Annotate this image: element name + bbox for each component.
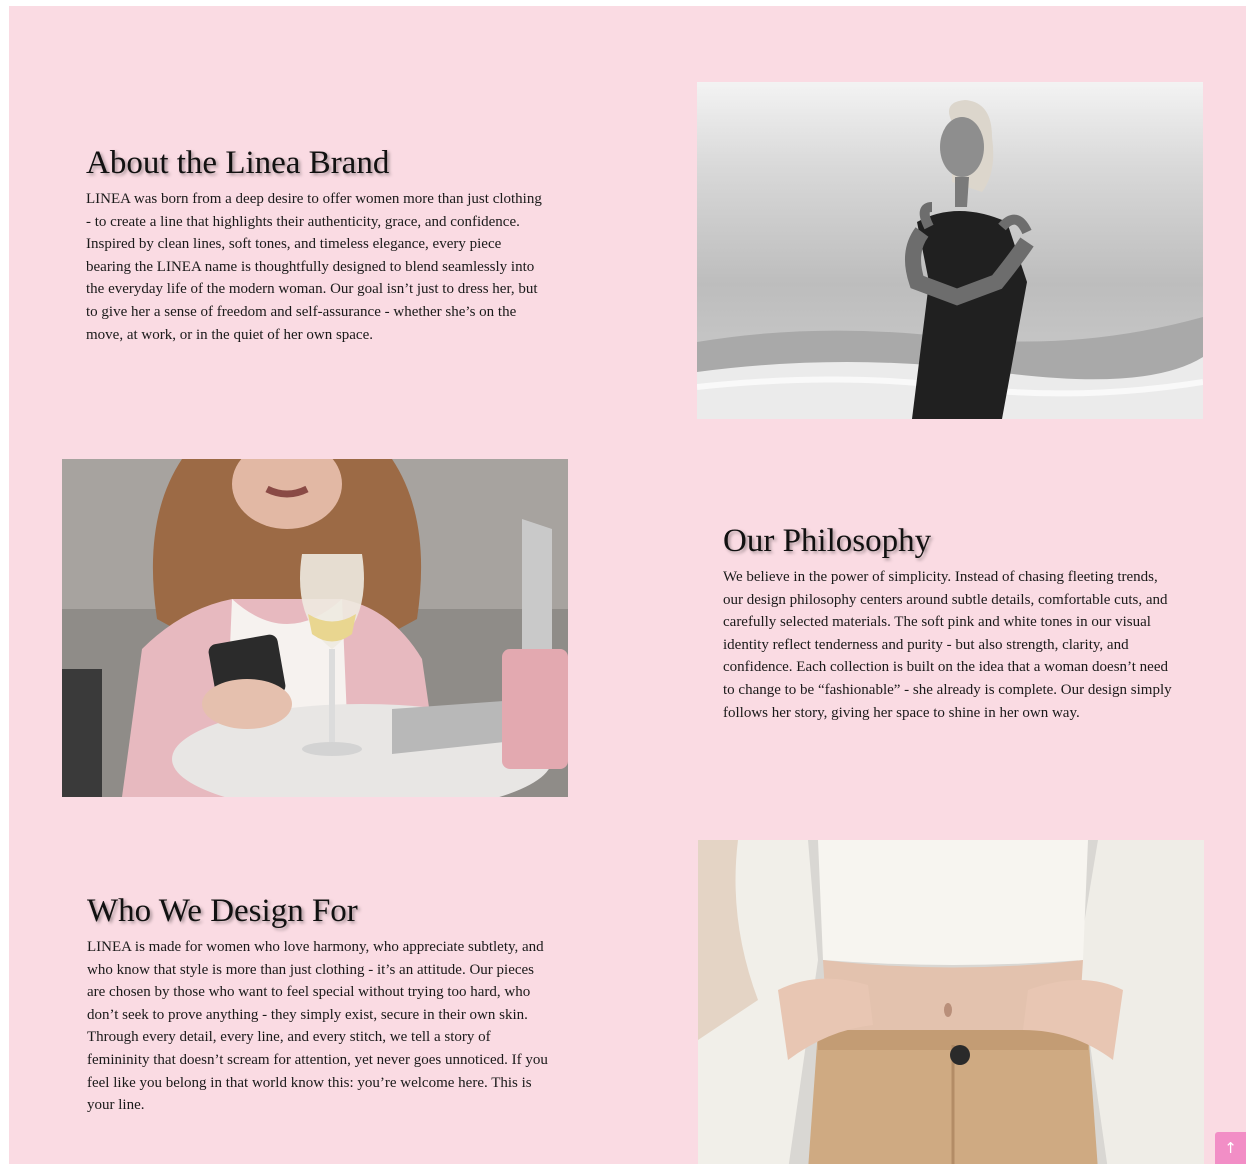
waist-outfit-photo bbox=[698, 840, 1204, 1164]
cafe-woman-photo bbox=[62, 459, 568, 797]
who-text: LINEA is made for women who love harmony… bbox=[87, 939, 548, 1114]
about-text: LINEA was born from a deep desire to off… bbox=[86, 191, 542, 343]
philosophy-title: Our Philosophy bbox=[723, 523, 932, 559]
philosophy-text: We believe in the power of simplicity. I… bbox=[723, 569, 1172, 721]
scroll-to-top-button[interactable]: ↑ bbox=[1215, 1132, 1246, 1164]
beach-woman-photo bbox=[697, 82, 1203, 419]
who-title: Who We Design For bbox=[87, 893, 358, 929]
about-title: About the Linea Brand bbox=[86, 145, 390, 181]
about-page: About the Linea Brand LINEA was born fro… bbox=[9, 6, 1246, 1164]
